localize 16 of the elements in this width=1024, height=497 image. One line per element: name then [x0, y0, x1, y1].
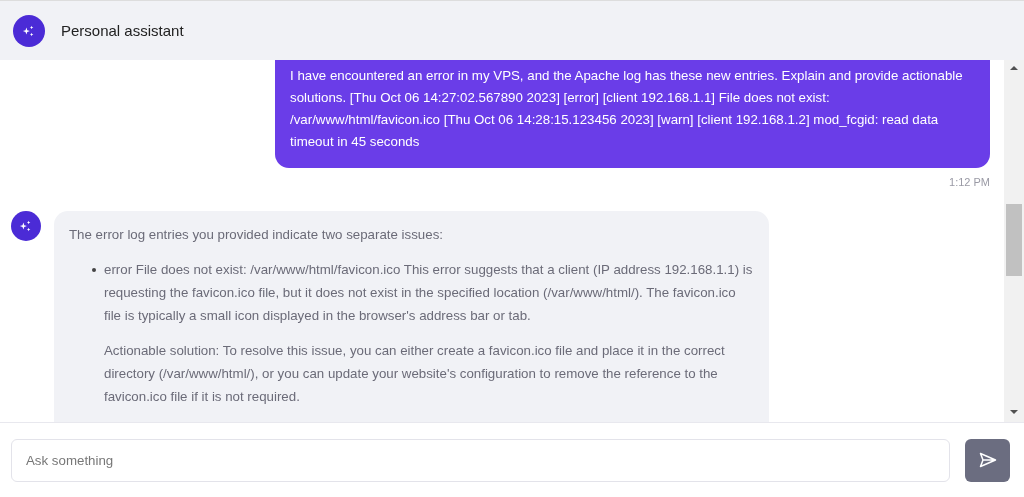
send-icon	[978, 452, 997, 468]
bullet-icon	[92, 268, 96, 272]
message-input[interactable]: Ask something	[11, 438, 950, 482]
scroll-down-icon[interactable]	[1009, 408, 1019, 416]
message-text: Actionable solution: To resolve this issue, you can either create a favicon.ico file and place it in the correct directory (/var/www/html/), or you can update your website's configuration to remove the reference to the favicon.ico file if it is not required.	[104, 342, 726, 406]
sparkle-icon	[19, 219, 33, 233]
user-message: I have encountered an error in my VPS, and the Apache log has these new entries. Explain and provide actionable solutions. [Thu Oct 06 14:27:02.567890 2023] [error] [client 192.168.1.1] File does not exist: /var/www/html/favicon.ico [Thu Oct 06 14:28:15.123456 2023] [warn] [client 192.168.1.2] mod_fcgid: read data timeout in 45 seconds	[275, 60, 990, 168]
sparkle-icon	[22, 23, 36, 38]
send-button[interactable]	[965, 438, 1010, 482]
scroll-up-icon[interactable]	[1009, 64, 1019, 72]
scrollbar[interactable]	[1004, 60, 1024, 422]
scrollbar-thumb[interactable]	[1006, 204, 1022, 276]
message-text: error File does not exist: /var/www/html/favicon.ico This error suggests that a client (IP address 192.168.1.1) is requesting the favicon.ico file, but it does not exist in the specified location (/var/www/html/). The favicon.ico file is typically a small icon displayed in the browser's address bar or tab.	[104, 261, 754, 325]
message-text: The error log entries you provided indicate two separate issues:	[69, 226, 444, 244]
chat-title: Personal assistant	[61, 22, 184, 39]
message-time: 1:12 PM	[949, 176, 990, 188]
